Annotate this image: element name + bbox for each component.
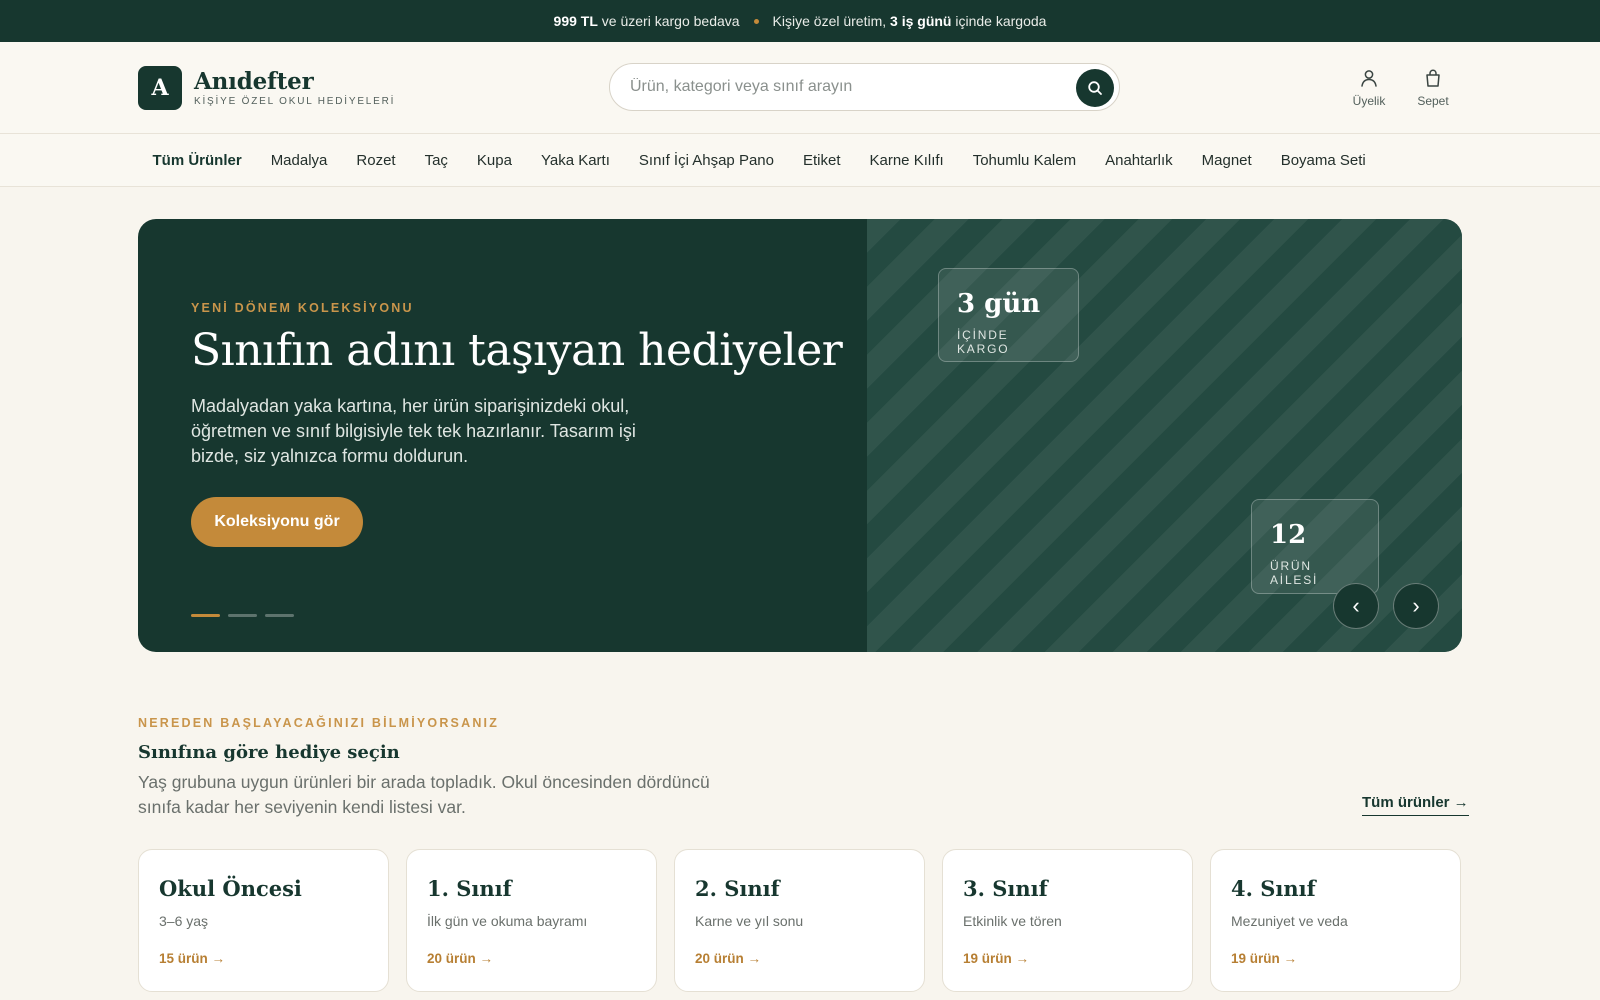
category-item[interactable]: Kupa xyxy=(462,152,526,169)
search-bar xyxy=(609,63,1120,111)
slide-dot-1[interactable] xyxy=(191,614,220,617)
category-item[interactable]: Taç xyxy=(410,152,462,169)
grade-card-count[interactable]: 20 ürün → xyxy=(695,951,761,966)
chevron-left-icon: ‹ xyxy=(1352,593,1360,618)
grade-card-subtitle: Etkinlik ve tören xyxy=(963,913,1062,929)
category-item[interactable]: Etiket xyxy=(788,152,855,169)
grade-card-subtitle: 3–6 yaş xyxy=(159,913,209,929)
grade-card-subtitle: İlk gün ve okuma bayramı xyxy=(427,913,588,929)
grade-card-count[interactable]: 19 ürün → xyxy=(1231,951,1297,966)
next-slide-button[interactable]: › xyxy=(1393,583,1439,629)
category-list: Tüm Ürünler Madalya Rozet Taç Kupa Yaka Kartı… xyxy=(138,134,1380,187)
category-item[interactable]: Anahtarlık xyxy=(1091,152,1188,169)
grade-card-title: 1. Sınıf xyxy=(427,876,512,901)
shipping-stat-card: 3 gün İÇİNDE KARGO xyxy=(938,268,1079,362)
section-description: Yaş grubuna uygun ürünleri bir arada top… xyxy=(138,772,710,817)
logo-mark[interactable]: A xyxy=(138,66,182,110)
prev-slide-button[interactable]: ‹ xyxy=(1333,583,1379,629)
category-item[interactable]: Tohumlu Kalem xyxy=(958,152,1090,169)
cart-label: Sepet xyxy=(1417,94,1449,108)
all-products-link[interactable]: Tüm ürünler → xyxy=(1362,794,1469,816)
section-title: Sınıfına göre hediye seçin xyxy=(138,742,400,763)
grade-card-title: 2. Sınıf xyxy=(695,876,780,901)
section-eyebrow: NEREDEN BAŞLAYACAĞINIZI BİLMİYORSANIZ xyxy=(138,716,500,730)
announcement-bar: 999 TL ve üzeri kargo bedava Kişiye özel… xyxy=(0,0,1600,42)
hero-description: Madalyadan yaka kartına, her ürün sipari… xyxy=(191,396,636,466)
grade-card-count[interactable]: 19 ürün → xyxy=(963,951,1029,966)
product-family-stat-label: ÜRÜN AİLESİ xyxy=(1270,559,1319,587)
collection-button[interactable]: Koleksiyonu gör xyxy=(191,497,363,547)
grade-card-title: Okul Öncesi xyxy=(159,876,302,901)
slide-dot-2[interactable] xyxy=(228,614,257,617)
site-header: A Anıdefter KİŞİYE ÖZEL OKUL HEDİYELERİ … xyxy=(0,42,1600,134)
product-family-stat-value: 12 xyxy=(1270,520,1307,550)
hero-title: Sınıfın adını taşıyan hediyeler xyxy=(191,325,843,376)
grade-card[interactable]: Okul Öncesi 3–6 yaş 15 ürün → xyxy=(138,849,389,992)
grade-card-title: 4. Sınıf xyxy=(1231,876,1316,901)
search-input[interactable] xyxy=(630,64,1050,110)
category-item[interactable]: Karne Kılıfı xyxy=(855,152,958,169)
separator-dot xyxy=(753,18,759,24)
grade-cards: Okul Öncesi 3–6 yaş 15 ürün → 1. Sınıf İlk g… xyxy=(138,849,1461,992)
grade-card-title: 3. Sınıf xyxy=(963,876,1048,901)
product-family-stat-card: 12 ÜRÜN AİLESİ xyxy=(1251,499,1379,594)
production-notice: Kişiye özel üretim, 3 iş günü içinde kar… xyxy=(772,13,1047,29)
category-item[interactable]: Madalya xyxy=(256,152,342,169)
user-icon xyxy=(1361,70,1377,87)
brand-name[interactable]: Anıdefter xyxy=(194,68,314,95)
category-item[interactable]: Rozet xyxy=(342,152,410,169)
grade-card[interactable]: 3. Sınıf Etkinlik ve tören 19 ürün → xyxy=(942,849,1193,992)
category-item[interactable]: Yaka Kartı xyxy=(526,152,624,169)
account-button[interactable]: Üyelik xyxy=(1342,66,1396,108)
grade-card[interactable]: 4. Sınıf Mezuniyet ve veda 19 ürün → xyxy=(1210,849,1461,992)
hero-eyebrow: YENİ DÖNEM KOLEKSİYONU xyxy=(191,301,414,315)
category-item[interactable]: Boyama Seti xyxy=(1266,152,1380,169)
chevron-right-icon: › xyxy=(1412,593,1420,618)
grade-card-count[interactable]: 15 ürün → xyxy=(159,951,225,966)
grade-card-count[interactable]: 20 ürün → xyxy=(427,951,493,966)
cart-button[interactable]: Sepet xyxy=(1406,66,1460,108)
slide-dot-3[interactable] xyxy=(265,614,294,617)
brand-tagline: KİŞİYE ÖZEL OKUL HEDİYELERİ xyxy=(194,96,396,107)
search-button[interactable] xyxy=(1076,69,1114,107)
shopping-bag-icon xyxy=(1426,69,1440,87)
free-shipping-notice: 999 TL ve üzeri kargo bedava xyxy=(553,13,740,29)
hero-banner: YENİ DÖNEM KOLEKSİYONU Sınıfın adını taş… xyxy=(138,219,1462,652)
grade-card[interactable]: 2. Sınıf Karne ve yıl sonu 20 ürün → xyxy=(674,849,925,992)
search-icon xyxy=(1088,81,1102,95)
category-item[interactable]: Magnet xyxy=(1187,152,1266,169)
slide-indicators xyxy=(191,614,294,617)
grade-card-subtitle: Mezuniyet ve veda xyxy=(1231,913,1348,929)
grade-card[interactable]: 1. Sınıf İlk gün ve okuma bayramı 20 ürün … xyxy=(406,849,657,992)
category-nav: Tüm Ürünler Madalya Rozet Taç Kupa Yaka Kartı… xyxy=(0,134,1600,187)
category-item[interactable]: Tüm Ürünler xyxy=(138,152,256,169)
category-item[interactable]: Sınıf İçi Ahşap Pano xyxy=(624,152,788,169)
account-label: Üyelik xyxy=(1352,94,1386,108)
shipping-stat-value: 3 gün xyxy=(957,289,1041,319)
grade-card-subtitle: Karne ve yıl sonu xyxy=(695,913,804,929)
shipping-stat-label: İÇİNDE KARGO xyxy=(957,328,1010,356)
